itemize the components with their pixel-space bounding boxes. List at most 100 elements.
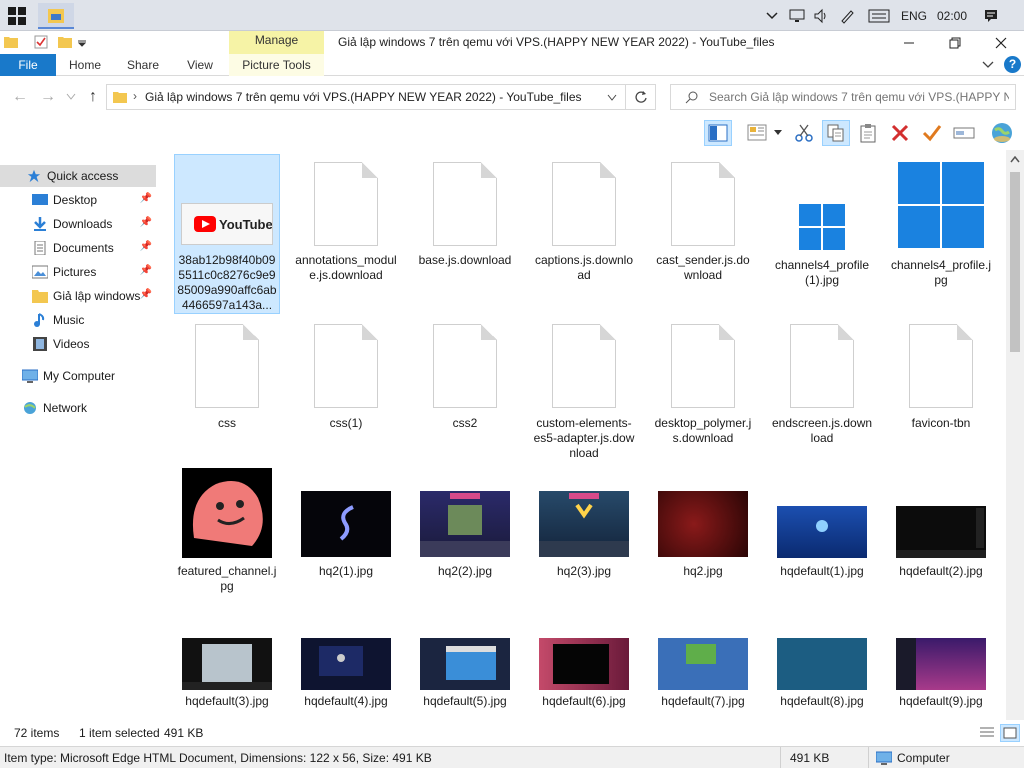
network-icon[interactable]: [786, 0, 808, 31]
sidebar-item-pictures[interactable]: Pictures 📌: [0, 261, 156, 283]
tab-file[interactable]: File: [0, 54, 56, 76]
clock[interactable]: 02:00: [934, 0, 970, 31]
close-button[interactable]: [978, 31, 1024, 54]
file-item[interactable]: css: [174, 316, 280, 476]
forward-arrow-icon[interactable]: →: [38, 87, 58, 107]
search-icon: [685, 91, 698, 104]
details-view-button[interactable]: [978, 724, 996, 742]
recent-locations-icon[interactable]: [66, 93, 76, 101]
properties-icon[interactable]: [34, 35, 48, 49]
pin-icon[interactable]: 📌: [140, 289, 152, 300]
file-item[interactable]: hqdefault(2).jpg: [888, 464, 994, 624]
star-icon: [27, 169, 41, 183]
maximize-button[interactable]: [932, 31, 978, 54]
file-item[interactable]: hqdefault(7).jpg: [650, 630, 756, 720]
minimize-button[interactable]: [886, 31, 932, 54]
file-item[interactable]: hq2(1).jpg: [293, 464, 399, 624]
expand-ribbon-icon[interactable]: [982, 58, 994, 70]
copy-button[interactable]: [822, 120, 850, 146]
file-item[interactable]: hqdefault(3).jpg: [174, 630, 280, 720]
sidebar-item-music[interactable]: Music: [0, 309, 156, 331]
sidebar-item-desktop[interactable]: Desktop 📌: [0, 189, 156, 211]
file-item[interactable]: custom-elements-es5-adapter.js.download: [531, 316, 637, 476]
layout-dropdown-icon[interactable]: [774, 130, 782, 136]
file-item[interactable]: desktop_polymer.js.download: [650, 316, 756, 476]
file-item[interactable]: featured_channel.jpg: [174, 464, 280, 624]
address-dropdown-icon[interactable]: [607, 94, 617, 102]
file-item[interactable]: hqdefault(6).jpg: [531, 630, 637, 720]
tab-share[interactable]: Share: [118, 54, 168, 76]
file-item[interactable]: hqdefault(8).jpg: [769, 630, 875, 720]
language-indicator[interactable]: ENG: [898, 0, 930, 31]
scrollbar-thumb[interactable]: [1010, 172, 1020, 352]
file-item[interactable]: hqdefault(4).jpg: [293, 630, 399, 720]
file-item[interactable]: cast_sender.js.download: [650, 154, 756, 314]
delete-button[interactable]: [886, 120, 914, 146]
pin-icon[interactable]: 📌: [140, 217, 152, 228]
sidebar-item-my-computer[interactable]: My Computer: [0, 365, 156, 387]
pin-icon[interactable]: 📌: [140, 193, 152, 204]
new-folder-icon[interactable]: [58, 35, 72, 49]
file-item[interactable]: hq2(2).jpg: [412, 464, 518, 624]
sidebar-item-documents[interactable]: Documents 📌: [0, 237, 156, 259]
search-input[interactable]: [709, 88, 1009, 106]
network-globe-button[interactable]: [988, 120, 1016, 146]
items-count: 72 items: [14, 726, 60, 740]
layout-button[interactable]: [744, 120, 772, 146]
file-item[interactable]: captions.js.download: [531, 154, 637, 314]
file-item[interactable]: channels4_profile(1).jpg: [769, 154, 875, 314]
pen-icon[interactable]: [836, 0, 858, 31]
chevron-up-icon[interactable]: [762, 0, 782, 31]
sidebar-item-network[interactable]: Network: [0, 397, 156, 419]
preview-pane-button[interactable]: [704, 120, 732, 146]
file-item[interactable]: favicon-tbn: [888, 316, 994, 476]
refresh-icon[interactable]: [634, 90, 648, 104]
file-item[interactable]: css2: [412, 316, 518, 476]
customize-toolbar-icon[interactable]: [78, 39, 86, 47]
checkmark-button[interactable]: [918, 120, 946, 146]
file-item[interactable]: hqdefault(1).jpg: [769, 464, 875, 624]
paste-button[interactable]: [854, 120, 882, 146]
tab-picture-tools[interactable]: Picture Tools: [229, 54, 324, 76]
cut-button[interactable]: [790, 120, 818, 146]
pin-icon[interactable]: 📌: [140, 241, 152, 252]
file-item[interactable]: annotations_module.js.download: [293, 154, 399, 314]
document-icon: [314, 324, 378, 408]
back-arrow-icon[interactable]: ←: [10, 87, 30, 107]
rename-button[interactable]: [950, 120, 978, 146]
keyboard-icon[interactable]: [866, 0, 892, 31]
file-item[interactable]: hq2(3).jpg: [531, 464, 637, 624]
address-path[interactable]: Giả lập windows 7 trên qemu với VPS.(HAP…: [145, 90, 582, 104]
file-item[interactable]: hq2.jpg: [650, 464, 756, 624]
speaker-icon[interactable]: [810, 0, 832, 31]
file-item[interactable]: endscreen.js.download: [769, 316, 875, 476]
scroll-up-icon[interactable]: [1010, 156, 1020, 164]
search-box[interactable]: [670, 84, 1016, 110]
file-item[interactable]: hqdefault(9).jpg: [888, 630, 994, 720]
tab-manage[interactable]: Manage: [229, 31, 324, 54]
breadcrumb-separator-icon[interactable]: ›: [133, 89, 137, 103]
file-item[interactable]: YouTube 38ab12b98f40b095511c0c8276c9e985…: [174, 154, 280, 314]
windows-start-icon[interactable]: [8, 7, 26, 25]
sidebar-item-label: Downloads: [53, 217, 113, 231]
sidebar-item-downloads[interactable]: Downloads 📌: [0, 213, 156, 235]
file-item[interactable]: hqdefault(5).jpg: [412, 630, 518, 720]
tab-home[interactable]: Home: [60, 54, 110, 76]
sidebar-item-videos[interactable]: Videos: [0, 333, 156, 355]
file-item[interactable]: css(1): [293, 316, 399, 476]
help-icon[interactable]: ?: [1004, 56, 1021, 73]
address-bar[interactable]: › Giả lập windows 7 trên qemu với VPS.(H…: [106, 84, 656, 110]
file-explorer-taskbar-button[interactable]: [38, 3, 74, 29]
sidebar-item-label: Music: [53, 313, 85, 327]
vertical-scrollbar[interactable]: [1006, 150, 1024, 720]
sidebar-item-quick-access[interactable]: Quick access: [0, 165, 156, 187]
notification-icon[interactable]: [978, 0, 1004, 31]
sidebar-item-gia-lap-windows[interactable]: Giả lập windows 📌: [0, 285, 156, 307]
file-item[interactable]: channels4_profile.jpg: [888, 154, 994, 314]
file-item[interactable]: base.js.download: [412, 154, 518, 314]
large-icons-view-button[interactable]: [1000, 724, 1020, 742]
file-name: hq2(3).jpg: [556, 564, 612, 578]
pin-icon[interactable]: 📌: [140, 265, 152, 276]
tab-view[interactable]: View: [176, 54, 224, 76]
up-arrow-icon[interactable]: ↑: [83, 87, 103, 107]
